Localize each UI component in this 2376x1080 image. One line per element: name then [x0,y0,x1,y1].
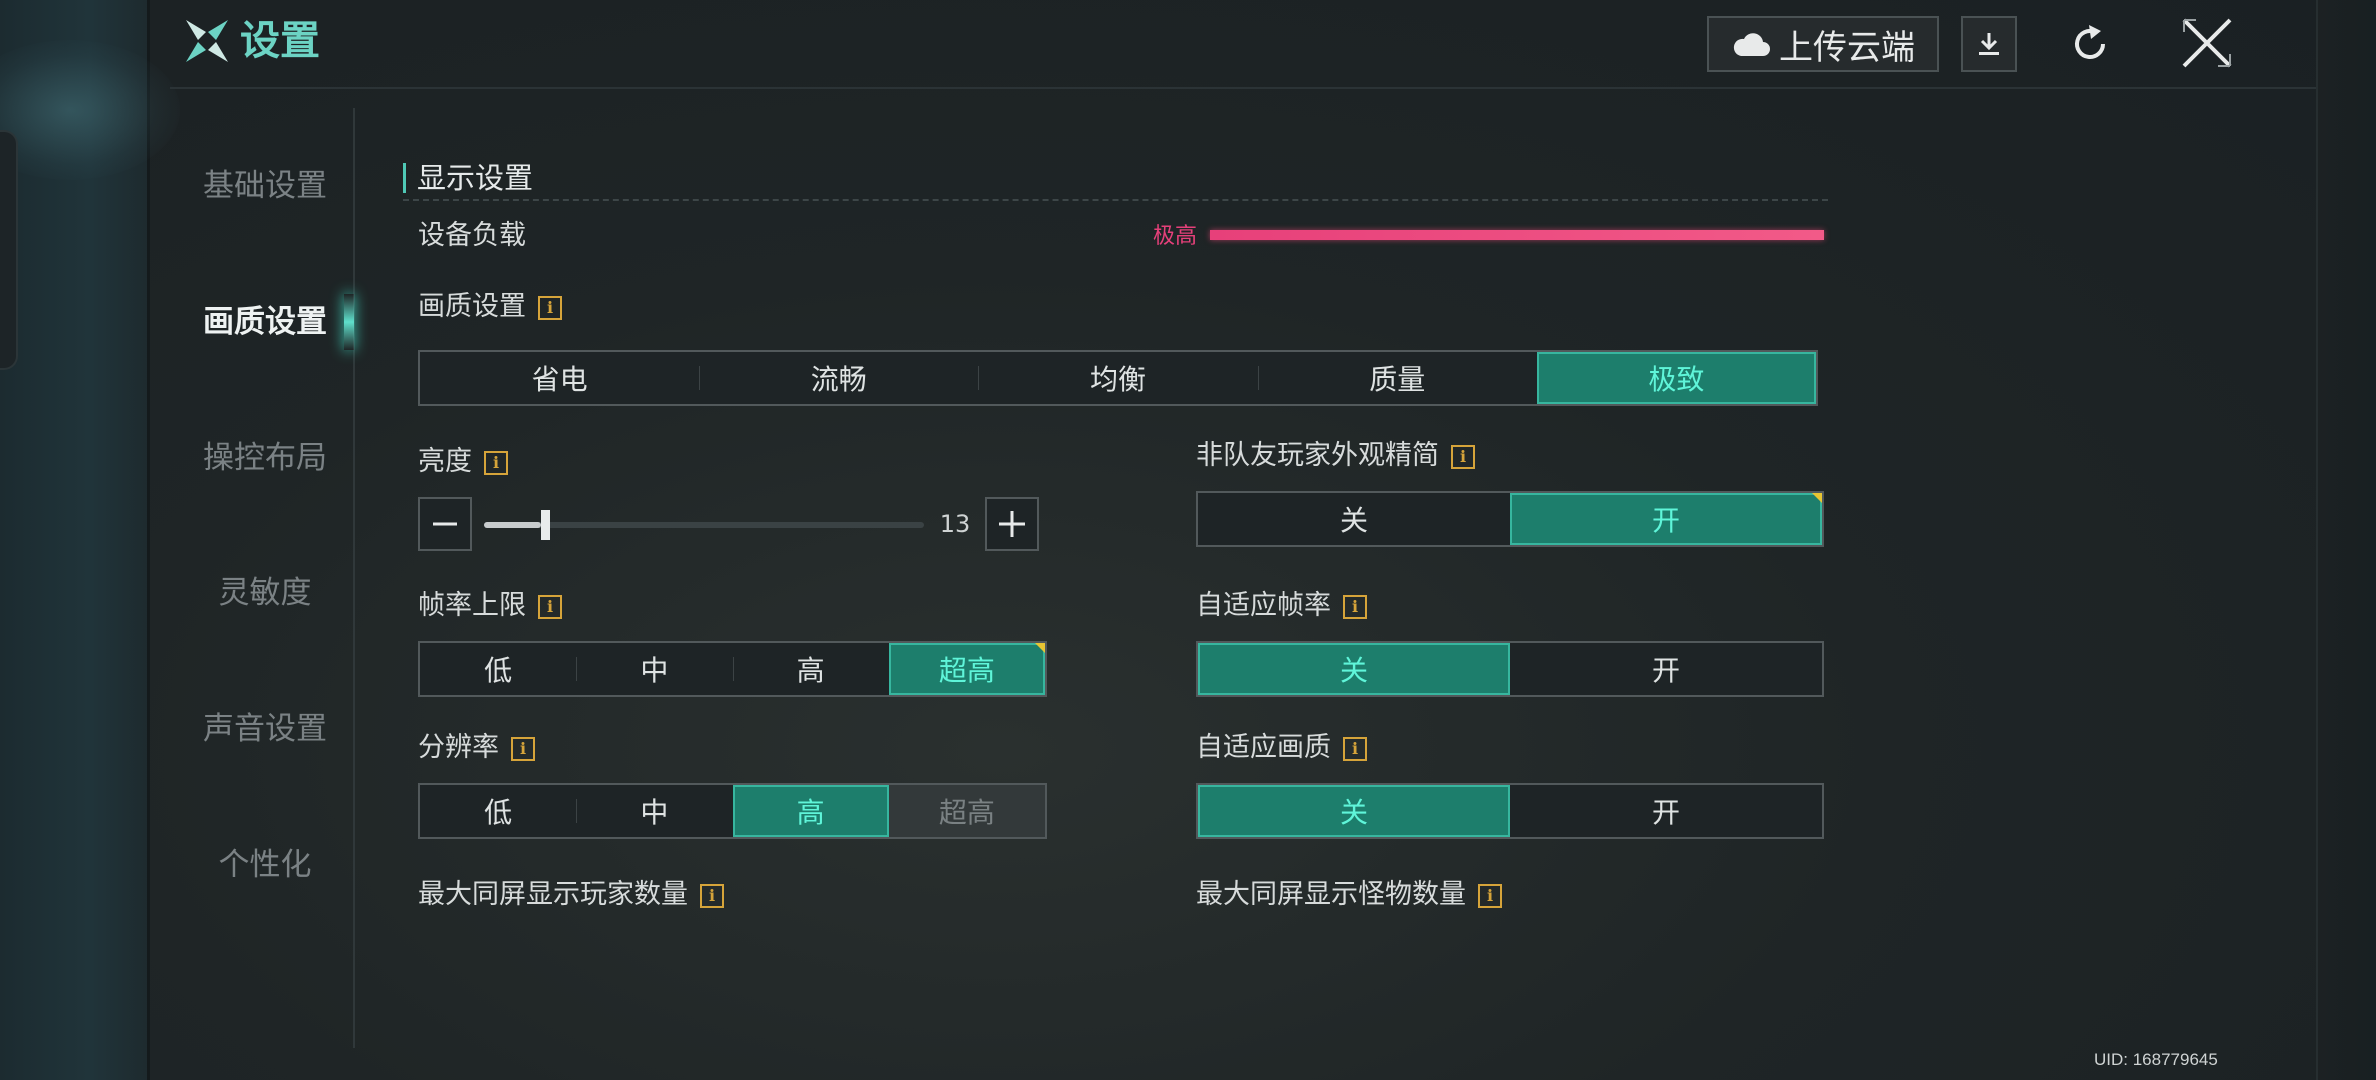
frame-rate-medium[interactable]: 中 [576,643,732,695]
resolution-medium[interactable]: 中 [576,785,732,837]
frame-rate-label-text: 帧率上限 [418,590,526,621]
sidebar-item-sound[interactable]: 声音设置 [170,699,360,759]
sidebar-active-indicator [344,294,354,350]
sidebar-item-sensitivity[interactable]: 灵敏度 [170,563,360,623]
reset-icon [2075,25,2105,59]
adaptive-fps-off[interactable]: 关 [1198,643,1510,695]
info-icon[interactable]: i [511,736,535,761]
download-icon [1979,33,1999,55]
frame-rate-label: 帧率上限 i [418,588,562,624]
simplify-players-label: 非队友玩家外观精简 i [1196,438,1475,474]
settings-logo-icon [186,20,228,62]
max-players-label-text: 最大同屏显示玩家数量 [418,879,688,910]
device-load-level: 极高 [1152,224,1197,249]
quality-option-smooth[interactable]: 流畅 [699,352,978,404]
download-button[interactable] [1961,16,2017,72]
adaptive-fps-toggle: 关 开 [1196,641,1824,697]
brightness-slider-thumb[interactable] [541,510,551,540]
brightness-label: 亮度 i [418,444,508,480]
left-edge-handle [0,130,18,370]
minus-icon [433,522,457,526]
background-glow [0,40,180,180]
frame-rate-low[interactable]: 低 [420,643,576,695]
recommended-corner-marker [1812,493,1822,503]
info-icon[interactable]: i [1478,883,1502,908]
adaptive-quality-label-text: 自适应画质 [1196,732,1331,763]
adaptive-fps-label-text: 自适应帧率 [1196,590,1331,621]
quality-option-quality[interactable]: 质量 [1257,352,1537,404]
sidebar-item-graphics[interactable]: 画质设置 [170,292,360,352]
simplify-players-on-label: 开 [1651,504,1680,537]
brightness-value: 13 [939,510,971,538]
max-monsters-label: 最大同屏显示怪物数量 i [1196,877,1502,913]
quality-option-ultimate[interactable]: 极致 [1536,352,1817,404]
plus-icon [999,511,1025,537]
max-players-label: 最大同屏显示玩家数量 i [418,877,724,913]
simplify-players-on[interactable]: 开 [1510,493,1822,545]
info-icon[interactable]: i [538,594,562,619]
sidebar-item-basic[interactable]: 基础设置 [170,156,360,216]
simplify-players-toggle: 关 开 [1196,491,1824,547]
device-load-bar [1210,230,1824,240]
frame-rate-selector: 低 中 高 超高 [418,641,1047,697]
recommended-corner-marker [1035,643,1045,653]
close-button[interactable] [2176,12,2238,74]
sidebar-item-controls[interactable]: 操控布局 [170,428,360,488]
quality-preset-label-text: 画质设置 [418,291,526,322]
section-divider [403,199,1828,201]
adaptive-fps-label: 自适应帧率 i [1196,588,1367,624]
upload-cloud-label: 上传云端 [1779,27,1915,68]
cloud-icon [1733,33,1770,56]
simplify-players-off[interactable]: 关 [1198,493,1510,545]
max-monsters-label-text: 最大同屏显示怪物数量 [1196,879,1466,910]
info-icon[interactable]: i [1343,736,1367,761]
device-load-label: 设备负载 [418,220,526,251]
quality-option-power-save[interactable]: 省电 [420,352,699,404]
upload-cloud-button[interactable]: 上传云端 [1707,16,1939,72]
adaptive-quality-label: 自适应画质 i [1196,730,1367,766]
user-id: UID: 168779645 [2094,1050,2218,1069]
info-icon[interactable]: i [484,450,508,475]
brightness-decrease-button[interactable] [418,497,472,551]
reset-button[interactable] [2060,14,2120,74]
resolution-label-text: 分辨率 [418,732,499,763]
info-icon[interactable]: i [1343,594,1367,619]
quality-option-balanced[interactable]: 均衡 [978,352,1257,404]
quality-preset-selector: 省电 流畅 均衡 质量 极致 [418,350,1818,406]
resolution-label: 分辨率 i [418,730,535,766]
right-frame [2316,0,2376,1080]
frame-rate-ultra[interactable]: 超高 [888,643,1045,695]
adaptive-quality-off[interactable]: 关 [1198,785,1510,837]
close-icon [2182,18,2232,68]
sidebar-item-personalize[interactable]: 个性化 [170,835,360,895]
info-icon[interactable]: i [538,295,562,320]
info-icon[interactable]: i [1451,444,1475,469]
brightness-slider-fill [484,522,542,528]
frame-rate-high[interactable]: 高 [732,643,889,695]
adaptive-quality-on[interactable]: 开 [1510,785,1822,837]
adaptive-fps-on[interactable]: 开 [1510,643,1822,695]
brightness-label-text: 亮度 [418,446,472,477]
resolution-selector: 低 中 高 超高 [418,783,1047,839]
section-marker [403,163,406,193]
resolution-high[interactable]: 高 [732,785,889,837]
brightness-increase-button[interactable] [985,497,1039,551]
header-divider [170,87,2316,89]
resolution-low[interactable]: 低 [420,785,576,837]
info-icon[interactable]: i [700,883,724,908]
section-title: 显示设置 [417,161,534,195]
simplify-players-label-text: 非队友玩家外观精简 [1196,440,1439,471]
resolution-ultra: 超高 [888,785,1045,837]
quality-preset-label: 画质设置 i [418,289,562,325]
frame-rate-ultra-label: 超高 [938,654,995,687]
page-title: 设置 [240,18,320,64]
adaptive-quality-toggle: 关 开 [1196,783,1824,839]
